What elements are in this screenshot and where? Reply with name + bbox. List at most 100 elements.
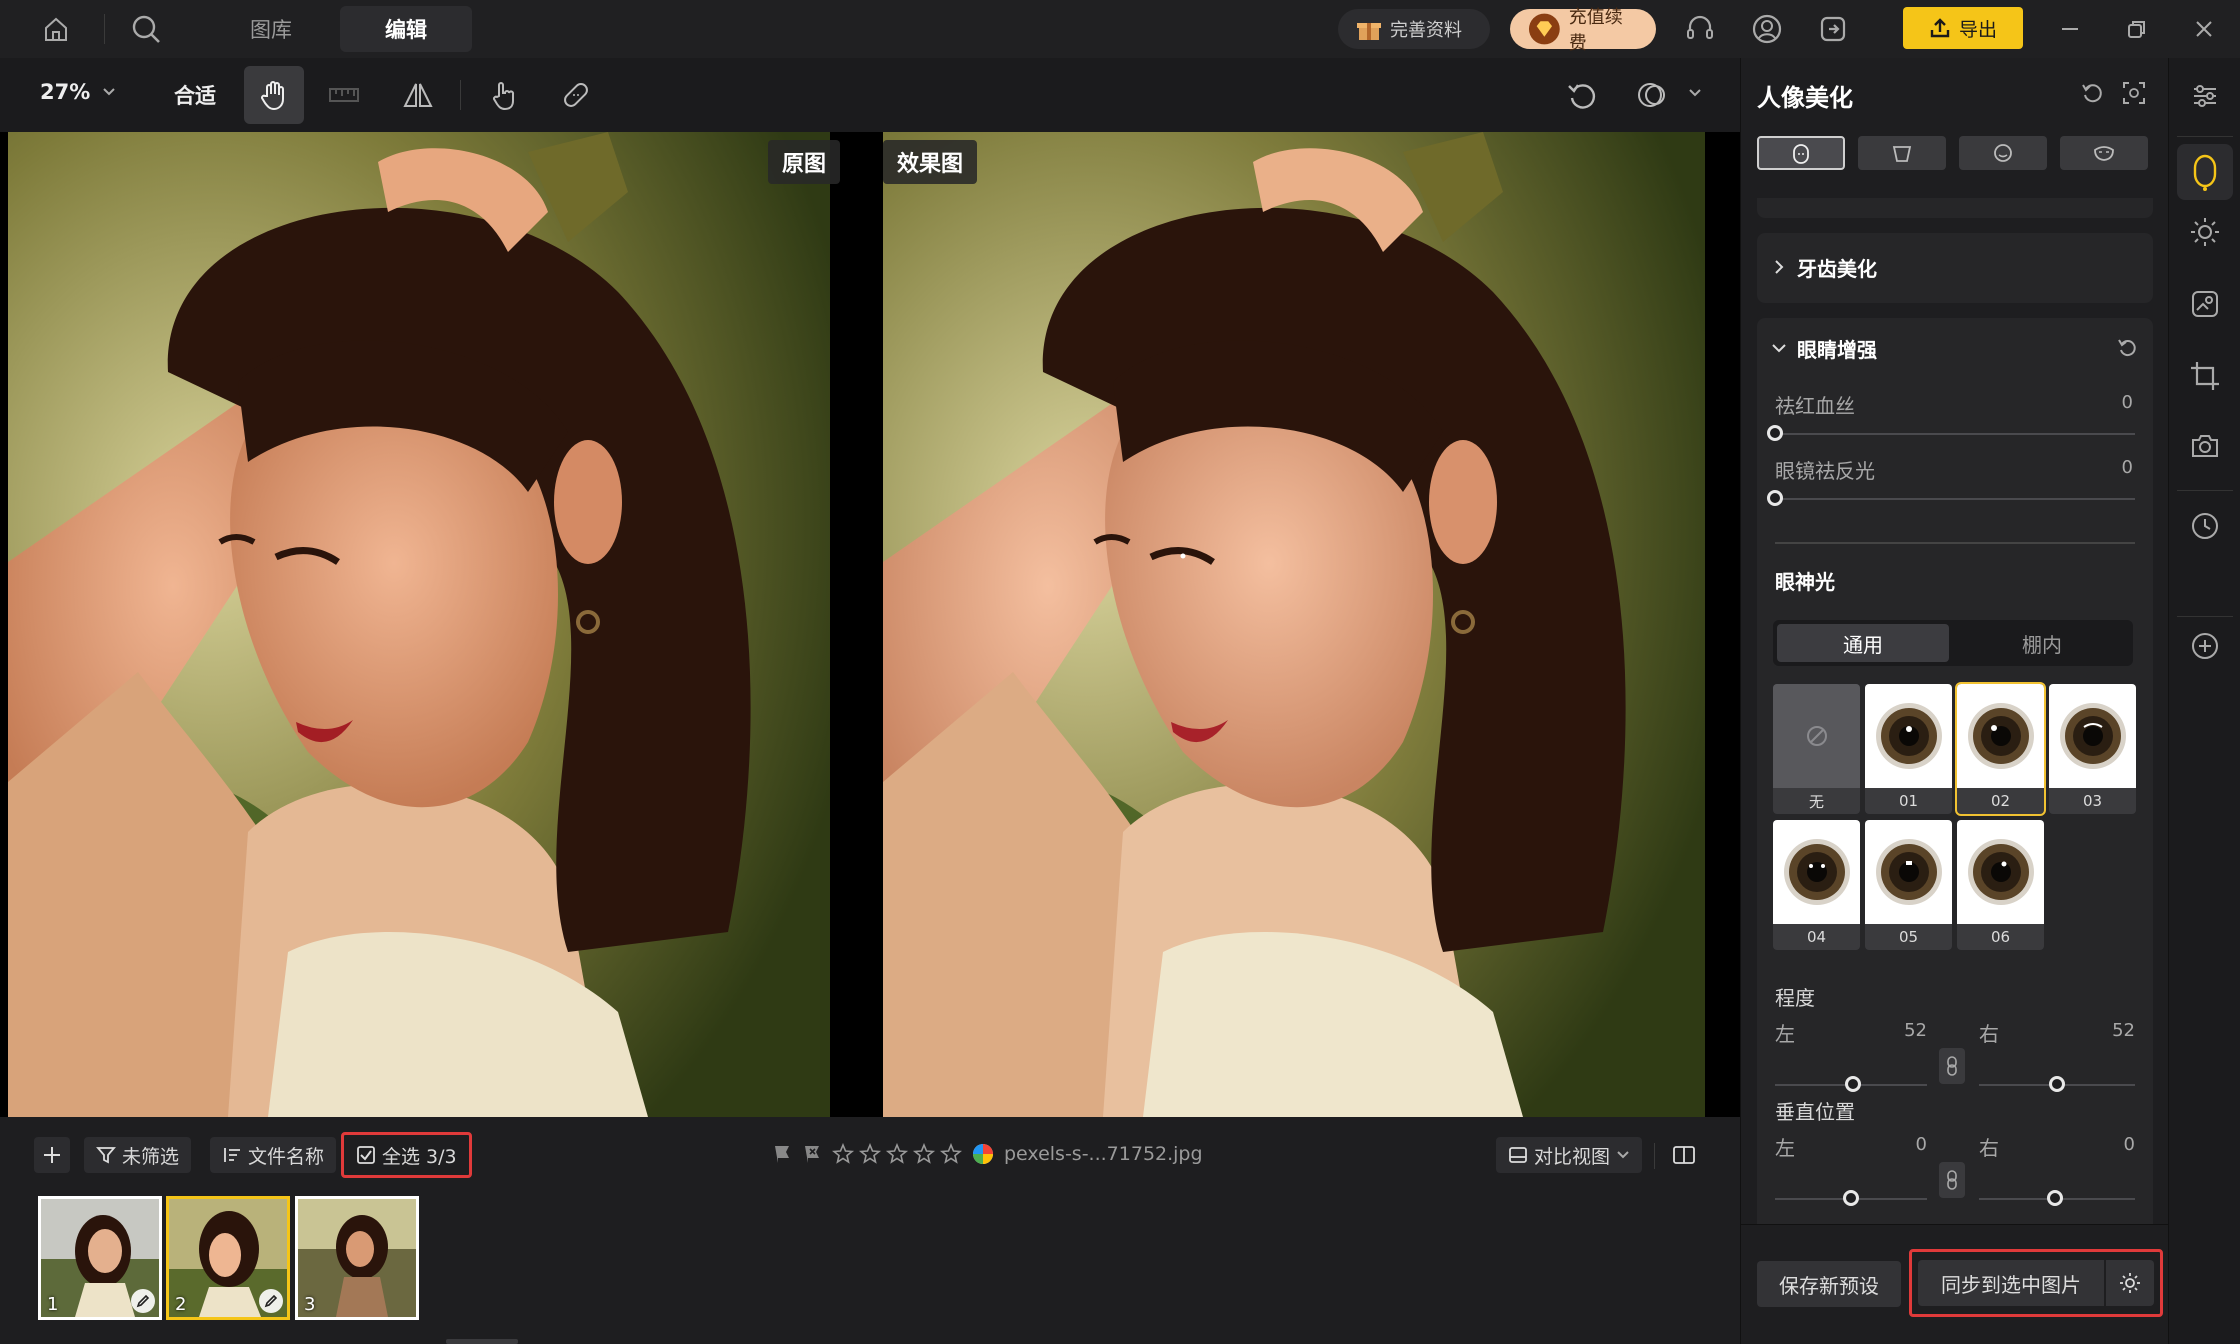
vertical-right-value: 0 [2123,1134,2135,1155]
tab-face[interactable] [1757,136,1845,170]
zoom-select[interactable]: 27% [40,80,116,104]
preset-label: 01 [1898,792,1919,810]
gift-icon [1357,23,1381,40]
tab-library[interactable]: 图库 [226,6,316,52]
tab-edit[interactable]: 编辑 [340,6,472,52]
link-degree-button[interactable] [1939,1048,1965,1084]
teeth-section[interactable]: 牙齿美化 [1757,233,2153,303]
adjust-sliders-icon[interactable] [2183,74,2227,118]
bandage-icon [564,83,588,107]
tab-body[interactable] [1858,136,1946,170]
split-view-button[interactable] [1666,1137,1702,1173]
glasses-glare-slider-handle[interactable] [1767,490,1783,506]
degree-right-slider-handle[interactable] [2049,1076,2065,1092]
import-icon[interactable] [1813,9,1853,49]
catchlight-preset[interactable]: 05 [1865,820,1952,950]
edited-icon [259,1289,283,1313]
catchlight-preset-selected[interactable]: 02 [1955,682,2046,816]
compare-view-label: 对比视图 [1534,1145,1611,1168]
crop-icon[interactable] [2183,354,2227,398]
catchlight-title: 眼神光 [1775,570,1835,594]
search-icon[interactable] [126,9,166,49]
fit-button[interactable]: 合适 [174,80,216,110]
catchlight-preset-none[interactable]: 无 [1773,684,1860,814]
thumbnail-selected[interactable]: 2 [166,1196,290,1320]
minimize-icon[interactable] [2050,9,2090,49]
image-canvas[interactable]: 原图 效果图 [0,132,1740,1117]
red-veins-slider[interactable] [1775,433,2135,435]
sort-button[interactable]: 文件名称 [210,1137,337,1173]
effect-label: 效果图 [883,140,978,184]
catchlight-preset[interactable]: 04 [1773,820,1860,950]
export-button[interactable]: 导出 [1903,7,2023,49]
catchlight-preset[interactable]: 03 [2049,684,2136,814]
chevron-down-icon[interactable] [1771,342,1787,354]
chevron-down-icon [1617,1151,1629,1159]
reset-icon[interactable] [2115,336,2139,360]
tab-makeup[interactable] [2060,136,2148,170]
sync-selected-button[interactable]: 同步到选中图片 [1918,1260,2104,1306]
recharge-button[interactable]: 充值续费 [1510,7,1656,54]
divider [460,80,461,110]
complete-profile-button[interactable]: 完善资料 [1338,9,1490,49]
add-button[interactable] [34,1137,70,1173]
tab-studio[interactable]: 棚内 [1955,624,2129,662]
eye-section: 眼睛增强 祛红血丝 0 眼镜祛反光 0 眼神光 通用 棚内 无 01 02 03… [1757,318,2153,1288]
bandage-tool[interactable] [546,66,606,124]
glasses-glare-slider[interactable] [1775,498,2135,500]
thumbnail[interactable]: 3 [295,1196,419,1320]
restore-icon[interactable] [2117,9,2157,49]
portrait-icon[interactable] [2177,144,2233,200]
vertical-left-slider-handle[interactable] [1843,1190,1859,1206]
thumbnail[interactable]: 1 [38,1196,162,1320]
star-rating[interactable] [832,1143,962,1165]
zoom-value: 27% [40,80,91,104]
tab-expression[interactable] [1959,136,2047,170]
upload-icon [1930,18,1950,38]
color-label-icon[interactable] [972,1143,994,1165]
user-icon[interactable] [1747,9,1787,49]
headset-icon[interactable] [1680,9,1720,49]
original-image [8,132,830,1117]
history-icon[interactable] [2183,504,2227,548]
hand-tool[interactable] [244,66,304,124]
filmstrip-scrollbar[interactable] [446,1339,518,1344]
vertical-right-slider-handle[interactable] [2047,1190,2063,1206]
hand-icon [261,81,284,111]
reset-icon[interactable] [2079,80,2105,106]
camera-icon[interactable] [2183,424,2227,468]
sun-icon[interactable] [2183,210,2227,254]
diamond-icon [1528,13,1560,45]
face-scan-icon[interactable] [2121,80,2147,106]
degree-right-value: 52 [2112,1020,2135,1041]
compare-view-button[interactable]: 对比视图 [1496,1137,1643,1173]
tool-rail [2168,58,2240,1344]
none-icon [1806,726,1827,746]
filter-icon [96,1147,116,1164]
save-preset-button[interactable]: 保存新预设 [1757,1261,1901,1307]
red-veins-slider-handle[interactable] [1767,425,1783,441]
touch-tool[interactable] [473,66,533,124]
catchlight-preset[interactable]: 06 [1957,820,2044,950]
catchlight-preset[interactable]: 01 [1865,684,1952,814]
flag-icon[interactable] [772,1144,792,1164]
flip-tool[interactable] [388,66,448,124]
reject-flag-icon[interactable] [802,1144,822,1164]
link-vertical-button[interactable] [1939,1162,1965,1198]
close-icon[interactable] [2184,9,2224,49]
overlay-tool[interactable] [1622,66,1682,124]
add-icon[interactable] [2183,624,2227,668]
home-icon[interactable] [36,9,76,49]
chevron-down-icon[interactable] [1688,88,1702,98]
select-all-button[interactable]: 全选 3/3 [341,1132,472,1178]
reset-tool[interactable] [1552,66,1612,124]
plus-icon [44,1147,60,1163]
ruler-tool[interactable] [314,66,374,124]
image-adjust-icon[interactable] [2183,282,2227,326]
sync-settings-button[interactable] [2106,1260,2154,1306]
divider [2177,490,2233,491]
tab-general[interactable]: 通用 [1777,624,1949,662]
divider [104,14,105,44]
degree-left-slider-handle[interactable] [1845,1076,1861,1092]
filter-button[interactable]: 未筛选 [84,1137,192,1173]
